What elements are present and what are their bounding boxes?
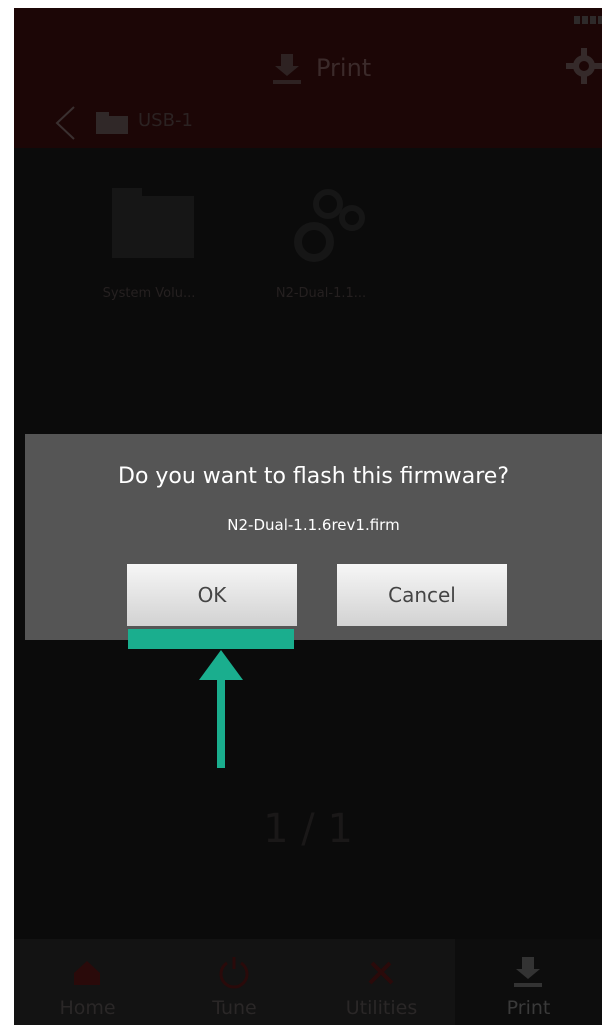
nav-print[interactable]: Print xyxy=(455,939,602,1025)
breadcrumb: USB-1 xyxy=(14,102,602,142)
nav-utilities-label: Utilities xyxy=(345,997,418,1019)
dialog-filename: N2-Dual-1.1.6rev1.firm xyxy=(227,516,400,534)
tune-icon xyxy=(219,957,249,989)
ok-button[interactable]: OK xyxy=(127,564,297,626)
gear-icon[interactable] xyxy=(566,48,602,84)
cancel-button[interactable]: Cancel xyxy=(337,564,507,626)
file-item-system-volume[interactable]: System Volu... xyxy=(74,180,224,330)
page-indicator: 1 / 1 xyxy=(263,806,353,852)
home-icon xyxy=(74,961,100,985)
utilities-icon xyxy=(368,961,394,985)
highlight-bar xyxy=(128,629,294,649)
header-bar: Print USB-1 xyxy=(14,8,602,148)
folder-icon xyxy=(96,112,128,134)
nav-tune-label: Tune xyxy=(212,997,257,1019)
arrow-up-icon xyxy=(199,650,243,768)
file-label: N2-Dual-1.1... xyxy=(275,286,367,301)
folder-icon xyxy=(112,188,194,258)
bottom-nav: Home Tune Utilities Print xyxy=(14,939,602,1025)
file-item-firmware[interactable]: N2-Dual-1.1... xyxy=(246,180,396,330)
nav-tune[interactable]: Tune xyxy=(161,939,308,1025)
print-icon xyxy=(273,54,301,84)
nav-home-label: Home xyxy=(59,997,116,1019)
nav-home[interactable]: Home xyxy=(14,939,161,1025)
back-icon[interactable] xyxy=(54,105,76,141)
battery-icon xyxy=(574,16,602,24)
print-icon xyxy=(514,957,542,987)
file-label: System Volu... xyxy=(102,286,196,301)
breadcrumb-label: USB-1 xyxy=(138,110,193,131)
dialog-title: Do you want to flash this firmware? xyxy=(118,464,509,489)
nav-print-label: Print xyxy=(506,997,551,1019)
page-title: Print xyxy=(316,54,372,82)
flash-firmware-dialog: Do you want to flash this firmware? N2-D… xyxy=(25,434,602,640)
gears-icon xyxy=(294,189,365,262)
title-row: Print xyxy=(14,46,602,96)
nav-utilities[interactable]: Utilities xyxy=(308,939,455,1025)
